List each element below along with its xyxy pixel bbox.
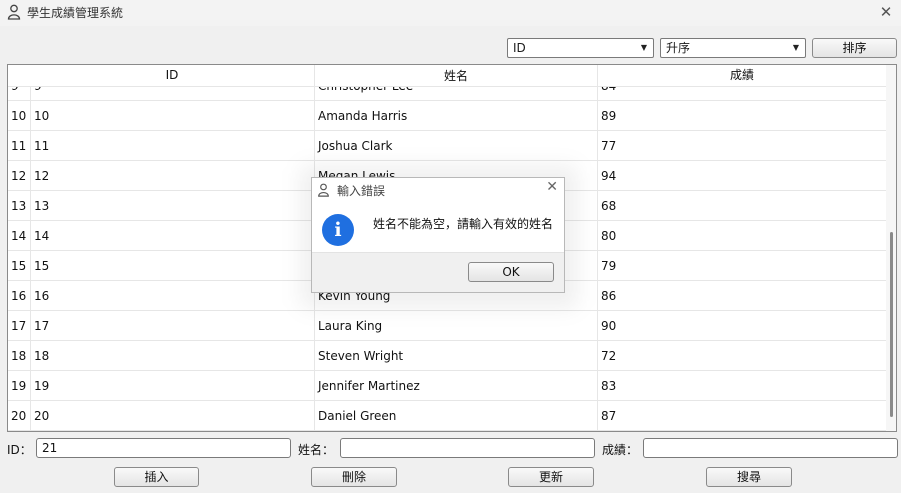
cell-score[interactable]: 79 [597,251,886,281]
info-icon: i [322,214,354,246]
ok-button[interactable]: OK [468,262,554,282]
sort-order-select[interactable]: 升序 ▼ [660,38,806,58]
cell-id[interactable]: 11 [30,131,314,161]
row-header: 15 [8,251,30,281]
cell-score[interactable]: 72 [597,341,886,371]
cell-name[interactable]: Joshua Clark [314,131,597,161]
row-header: 16 [8,281,30,311]
cell-score[interactable]: 89 [597,101,886,131]
row-header: 19 [8,371,30,401]
vertical-scrollbar[interactable] [886,65,896,431]
update-button[interactable]: 更新 [508,467,594,487]
cell-id[interactable]: 15 [30,251,314,281]
cell-id[interactable]: 12 [30,161,314,191]
insert-button[interactable]: 插入 [114,467,199,487]
row-header: 17 [8,311,30,341]
cell-score[interactable]: 94 [597,161,886,191]
sort-button[interactable]: 排序 [812,38,897,58]
row-header: 11 [8,131,30,161]
id-label: ID： [7,443,32,457]
column-header-id[interactable]: ID [30,65,314,87]
cell-id[interactable]: 14 [30,221,314,251]
corner-header [8,65,30,87]
cell-score[interactable]: 68 [597,191,886,221]
row-header: 18 [8,341,30,371]
row-header: 13 [8,191,30,221]
dialog-title-bar: 輸入錯誤 ✕ [312,178,564,202]
cell-score[interactable]: 86 [597,281,886,311]
score-field[interactable] [643,438,898,458]
cell-name[interactable]: Steven Wright [314,341,597,371]
cell-id[interactable]: 17 [30,311,314,341]
name-field[interactable] [340,438,595,458]
cell-id[interactable]: 19 [30,371,314,401]
sort-field-select[interactable]: ID ▼ [507,38,654,58]
cell-name[interactable]: Jennifer Martinez [314,371,597,401]
sort-field-value: ID [513,41,526,55]
row-header: 14 [8,221,30,251]
dialog-footer: OK [312,252,564,292]
cell-id[interactable]: 18 [30,341,314,371]
close-icon[interactable]: ✕ [875,0,897,24]
sort-order-value: 升序 [666,41,691,55]
chevron-down-icon: ▼ [792,43,799,52]
column-header-score[interactable]: 成績 [597,65,886,87]
cell-score[interactable]: 87 [597,401,886,431]
window-title: 學生成績管理系統 [27,6,124,20]
close-icon[interactable]: ✕ [546,179,558,195]
cell-score[interactable]: 80 [597,221,886,251]
cell-id[interactable]: 13 [30,191,314,221]
user-icon [7,4,21,20]
score-label: 成績： [602,443,639,457]
row-header: 20 [8,401,30,431]
cell-score[interactable]: 90 [597,311,886,341]
delete-button[interactable]: 刪除 [311,467,397,487]
column-header-name[interactable]: 姓名 [314,65,597,87]
error-dialog: 輸入錯誤 ✕ i 姓名不能為空，請輸入有效的姓名 OK [311,177,565,293]
dialog-title: 輸入錯誤 [337,184,386,198]
search-button[interactable]: 搜尋 [706,467,792,487]
cell-score[interactable]: 83 [597,371,886,401]
cell-id[interactable]: 20 [30,401,314,431]
user-icon [318,183,329,197]
scrollbar-thumb[interactable] [890,232,893,417]
cell-id[interactable]: 16 [30,281,314,311]
cell-name[interactable]: Amanda Harris [314,101,597,131]
chevron-down-icon: ▼ [640,43,647,52]
row-header: 10 [8,101,30,131]
title-bar: 學生成績管理系統 ✕ [0,0,901,26]
row-header: 12 [8,161,30,191]
id-field[interactable]: 21 [36,438,291,458]
name-label: 姓名： [298,443,335,457]
dialog-message: 姓名不能為空，請輸入有效的姓名 [373,217,554,231]
cell-name[interactable]: Daniel Green [314,401,597,431]
cell-id[interactable]: 10 [30,101,314,131]
cell-name[interactable]: Laura King [314,311,597,341]
cell-score[interactable]: 77 [597,131,886,161]
